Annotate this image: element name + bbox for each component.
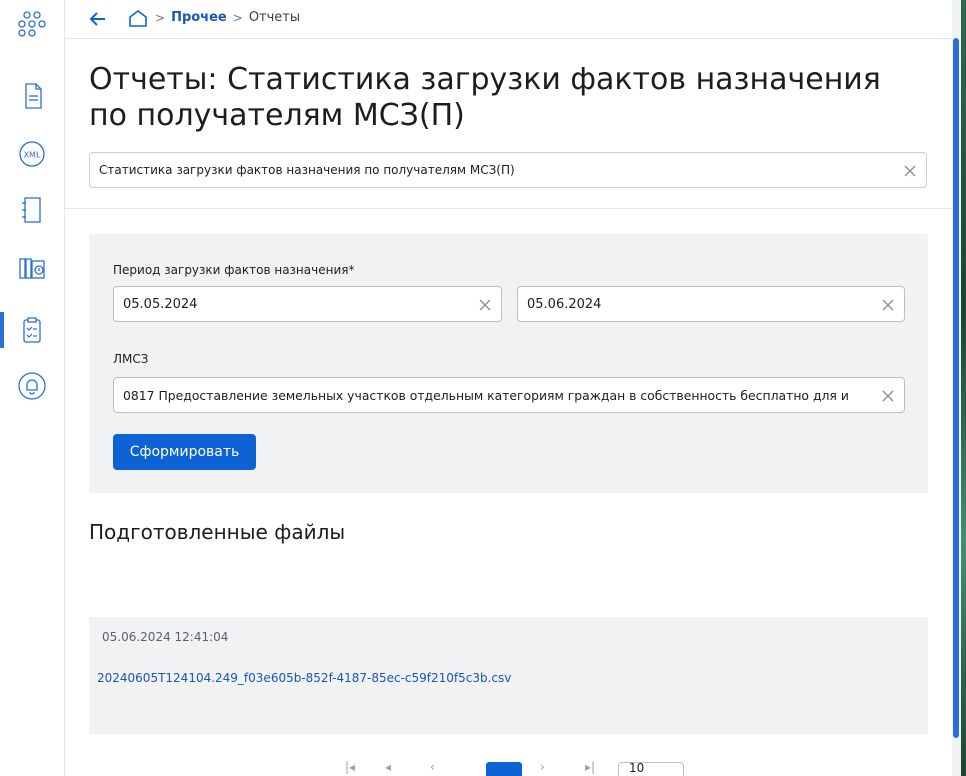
report-search-value: Статистика загрузки фактов назначения по… — [99, 163, 515, 177]
clear-icon[interactable] — [880, 297, 896, 313]
sidebar-item-notifications[interactable] — [0, 362, 64, 410]
library-icon — [19, 258, 45, 279]
breadcrumb: > Прочее > Отчеты — [155, 10, 301, 25]
period-label: Период загрузки фактов назначения* — [113, 263, 355, 277]
date-to-field[interactable]: 05.06.2024 — [517, 286, 905, 322]
divider — [65, 208, 952, 209]
clear-icon[interactable] — [902, 163, 918, 179]
prepared-files-title: Подготовленные файлы — [89, 520, 346, 544]
prev-arrow-icon[interactable]: ‹ — [430, 760, 435, 776]
date-from-value: 05.05.2024 — [123, 297, 198, 312]
report-search-input[interactable]: Статистика загрузки фактов назначения по… — [89, 152, 927, 188]
breadcrumb-item-other[interactable]: Прочее — [171, 10, 227, 25]
file-date: 05.06.2024 12:41:04 — [102, 630, 229, 644]
back-arrow-icon[interactable] — [87, 8, 109, 30]
last-page-icon[interactable]: ▸| — [585, 760, 595, 776]
breadcrumb-item-reports: Отчеты — [248, 10, 301, 25]
date-from-field[interactable]: 05.05.2024 — [113, 286, 502, 322]
clear-icon[interactable] — [880, 388, 896, 404]
breadcrumb-bar: > Прочее > Отчеты — [65, 0, 952, 39]
date-to-value: 05.06.2024 — [527, 297, 602, 312]
prev-page-icon[interactable]: ◂ — [385, 760, 391, 776]
sidebar-item-library[interactable] — [0, 244, 64, 292]
apps-grid-icon[interactable] — [0, 0, 64, 48]
current-page-button[interactable] — [486, 762, 522, 776]
notebook-icon — [22, 197, 41, 223]
first-page-icon[interactable]: |◂ — [345, 760, 355, 776]
next-arrow-icon[interactable]: › — [540, 760, 545, 776]
sidebar-item-xml[interactable]: XML — [0, 130, 64, 178]
home-icon[interactable] — [127, 8, 149, 30]
sidebar-item-notebook[interactable] — [0, 186, 64, 234]
page-size-select[interactable]: 10 — [618, 761, 684, 776]
generate-report-button[interactable]: Сформировать — [113, 434, 256, 470]
sidebar-item-documents[interactable] — [0, 72, 64, 120]
sidebar-item-reports[interactable] — [0, 306, 64, 354]
file-download-link[interactable]: 20240605T124104.249_f03e605b-852f-4187-8… — [97, 671, 511, 685]
xml-label: XML — [24, 151, 41, 160]
document-icon — [25, 83, 42, 109]
checklist-icon — [23, 317, 41, 343]
apps-grid-icon — [18, 11, 46, 37]
sidebar: XML — [0, 0, 65, 776]
lmsz-value: 0817 Предоставление земельных участков о… — [123, 388, 849, 403]
scrollbar-thumb[interactable] — [953, 38, 959, 738]
lmsz-label: ЛМСЗ — [113, 352, 149, 366]
clear-icon[interactable] — [477, 297, 493, 313]
xml-icon: XML — [19, 141, 45, 167]
page-size-value: 10 — [629, 761, 645, 775]
lmsz-select[interactable]: 0817 Предоставление земельных участков о… — [113, 377, 905, 413]
page-title: Отчеты: Статистика загрузки фактов назна… — [89, 62, 881, 133]
bell-icon — [18, 372, 46, 400]
